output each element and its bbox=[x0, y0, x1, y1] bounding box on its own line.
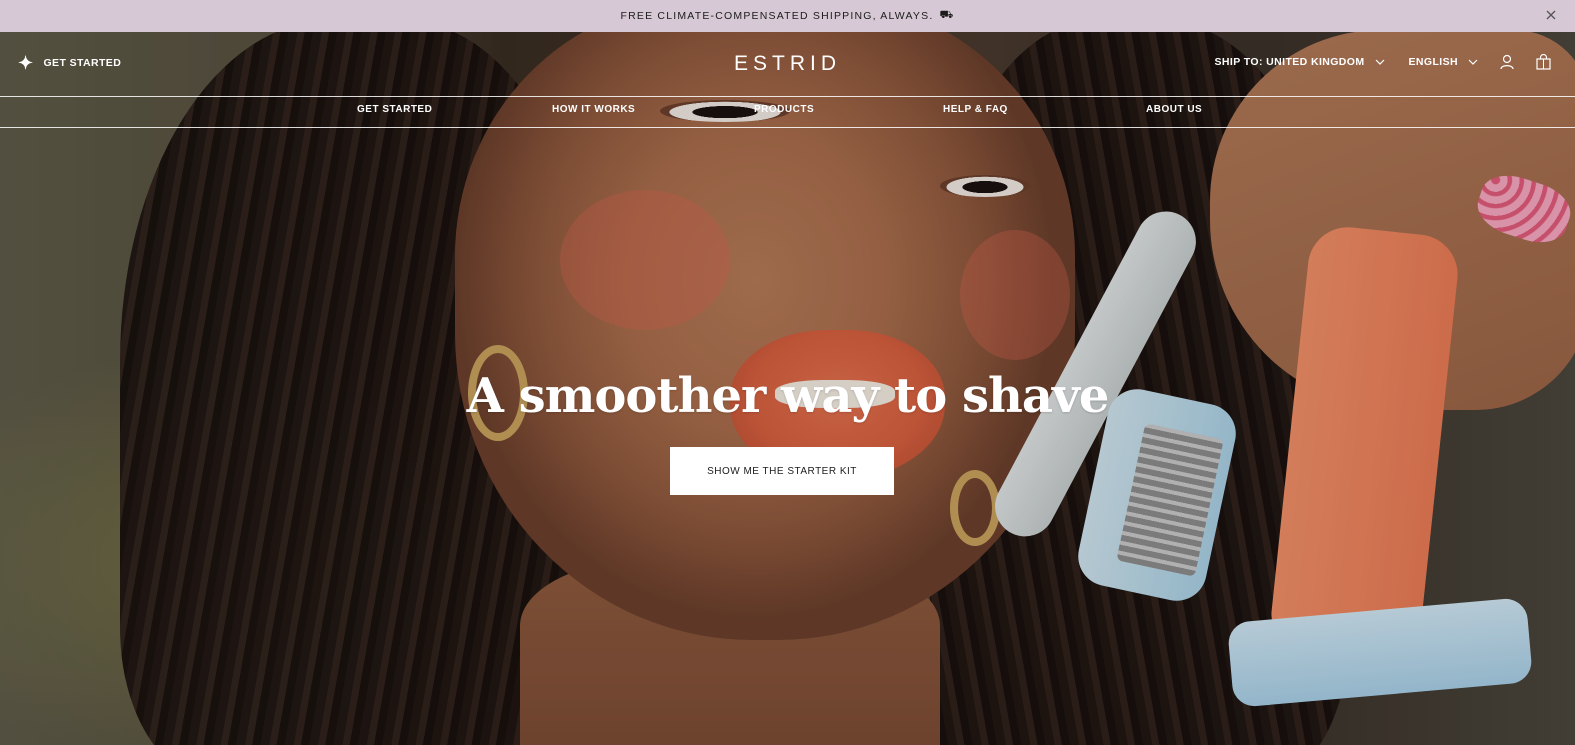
chevron-down-icon bbox=[1468, 56, 1478, 68]
nav-item-get-started[interactable]: GET STARTED bbox=[357, 104, 432, 115]
hero-headline: A smoother way to shave bbox=[466, 368, 1110, 424]
ship-to-dropdown[interactable]: SHIP TO: UNITED KINGDOM bbox=[1215, 56, 1385, 68]
user-icon[interactable] bbox=[1500, 54, 1514, 70]
site-header: ✦ GET STARTED ESTRID SHIP TO: UNITED KIN… bbox=[0, 32, 1575, 97]
chevron-down-icon bbox=[1375, 56, 1385, 68]
nav-item-products[interactable]: PRODUCTS bbox=[754, 104, 814, 115]
main-nav: GET STARTED HOW IT WORKS PRODUCTS HELP &… bbox=[0, 96, 1575, 128]
header-utilities: SHIP TO: UNITED KINGDOM ENGLISH bbox=[1215, 54, 1551, 70]
announcement-text: FREE CLIMATE-COMPENSATED SHIPPING, ALWAY… bbox=[620, 10, 934, 22]
announcement-bar: FREE CLIMATE-COMPENSATED SHIPPING, ALWAY… bbox=[0, 0, 1575, 32]
ship-to-label: SHIP TO: UNITED KINGDOM bbox=[1214, 56, 1365, 68]
language-label: ENGLISH bbox=[1408, 56, 1458, 68]
language-dropdown[interactable]: ENGLISH bbox=[1409, 56, 1478, 68]
close-icon[interactable] bbox=[1545, 8, 1557, 24]
nav-item-about-us[interactable]: ABOUT US bbox=[1146, 104, 1202, 115]
nav-item-how-it-works[interactable]: HOW IT WORKS bbox=[552, 104, 635, 115]
starter-kit-button[interactable]: SHOW ME THE STARTER KIT bbox=[670, 447, 894, 495]
nav-item-help-faq[interactable]: HELP & FAQ bbox=[943, 104, 1008, 115]
bag-icon[interactable] bbox=[1536, 54, 1551, 70]
truck-icon: ⛟ bbox=[939, 9, 955, 21]
